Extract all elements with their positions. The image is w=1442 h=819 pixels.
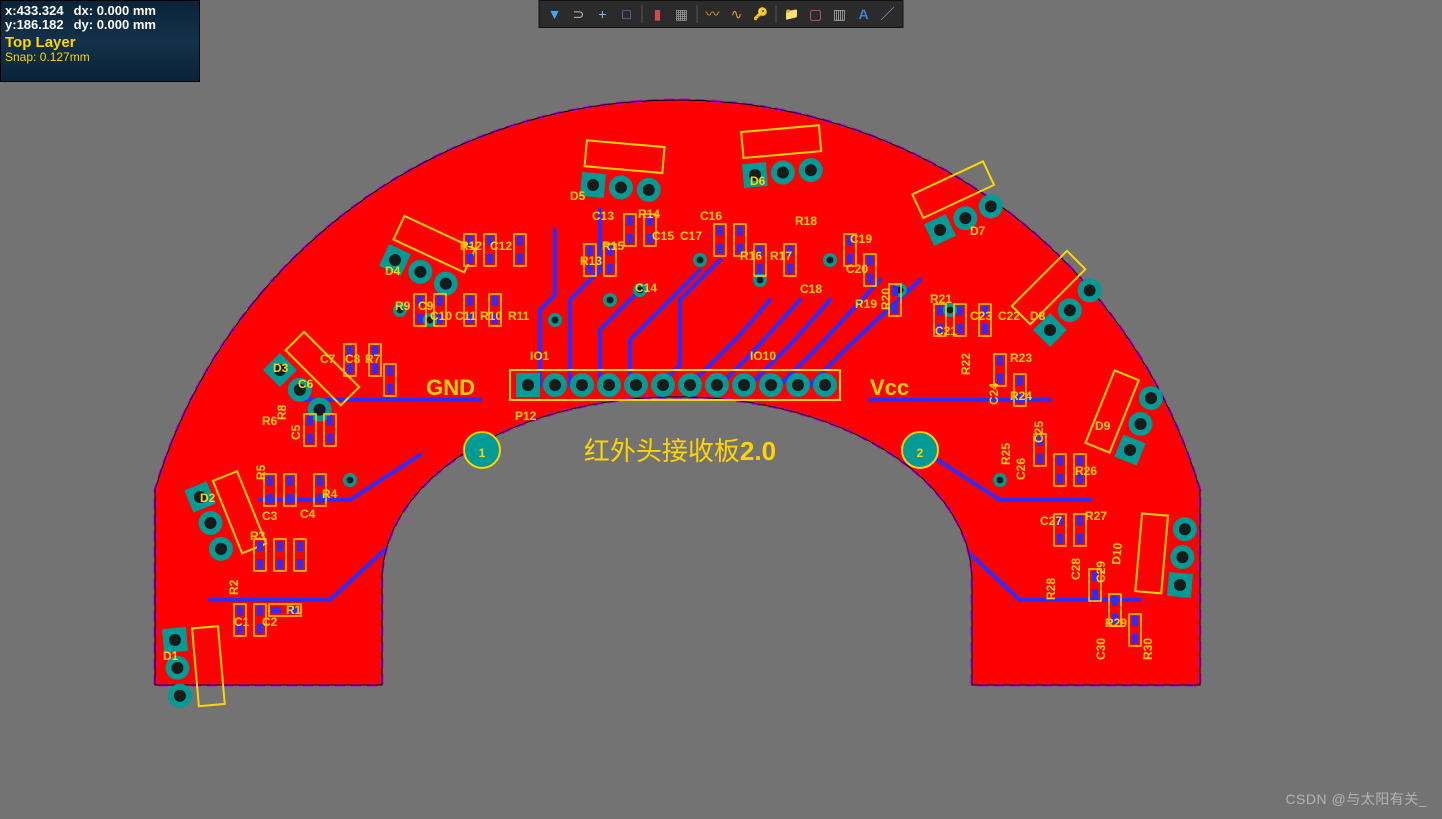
fiducial-2: 2 [902,432,938,468]
board-title: 红外头接收板2.0 [584,436,776,466]
r17-label: R17 [770,249,792,263]
r29-label: R29 [1105,616,1127,630]
c5-label: C5 [289,424,303,440]
p12-label: P12 [515,409,537,423]
r4-label: R4 [322,487,338,501]
r1-label: R1 [286,603,302,617]
r3-label: R3 [250,529,266,543]
io10-label: IO10 [750,349,776,363]
r19-label: R19 [855,297,877,311]
c16-label: C16 [700,209,722,223]
r22-label: R22 [959,353,973,375]
c17-label: C17 [680,229,702,243]
d10-label: D10 [1109,542,1125,565]
d1-label: D1 [163,649,179,663]
d5-label: D5 [570,189,586,203]
r30-label: R30 [1141,638,1155,660]
r11-label: R11 [508,309,530,323]
c27-label: C27 [1040,514,1062,528]
r21-label: R21 [930,292,952,306]
r18-label: R18 [795,214,817,228]
c20-label: C20 [846,262,868,276]
svg-text:2: 2 [917,446,924,460]
vcc-label: Vcc [870,375,909,400]
c24-label: C24 [987,383,1001,405]
r13-label: R13 [580,254,602,268]
c15-label: C15 [652,229,674,243]
c2-label: C2 [262,615,278,629]
r25-label: R25 [999,443,1013,465]
io1-label: IO1 [530,349,550,363]
c7-label: C7 [320,352,336,366]
d4-label: D4 [385,264,401,278]
c21-label: C21 [935,324,957,338]
c30-label: C30 [1094,638,1108,660]
r7-label: R7 [365,352,381,366]
r8-label: R8 [275,404,289,420]
r23-label: R23 [1010,351,1032,365]
r5-label: R5 [254,464,268,480]
r16-label: R16 [740,249,762,263]
r14-label: R14 [638,207,660,221]
c22-label: C22 [998,309,1020,323]
c1-label: C1 [234,615,250,629]
r2-label: R2 [227,579,241,595]
c8-label: C8 [345,352,361,366]
c14-label: C14 [635,281,657,295]
c11-label: C11 [455,309,477,323]
r9-label: R9 [395,299,411,313]
c10-label: C10 [430,309,452,323]
c25-label: C25 [1032,421,1046,443]
r24-label: R24 [1010,389,1032,403]
svg-text:1: 1 [479,446,486,460]
d3-label: D3 [273,361,289,375]
d9-label: D9 [1095,419,1111,433]
c3-label: C3 [262,509,278,523]
d2-label: D2 [200,491,216,505]
r10-label: R10 [480,309,502,323]
c13-label: C13 [592,209,614,223]
d7-label: D7 [970,224,986,238]
r15-label: R15 [602,239,624,253]
pcb-canvas[interactable]: 1 2 红外头接收板2.0 GND Vcc IO1 IO10 P12 [0,0,1442,819]
d6-label: D6 [750,174,766,188]
c28-label: C28 [1069,558,1083,580]
r27-label: R27 [1085,509,1107,523]
r28-label: R28 [1044,578,1058,600]
c26-label: C26 [1014,458,1028,480]
r26-label: R26 [1075,464,1097,478]
gnd-label: GND [426,375,475,400]
c6-label: C6 [298,377,314,391]
fiducial-1: 1 [464,432,500,468]
c12-label: C12 [490,239,512,253]
c4-label: C4 [300,507,316,521]
watermark: CSDN @与太阳有关_ [1285,789,1427,809]
r20-label: R20 [879,288,893,310]
r12-label: R12 [460,239,482,253]
c23-label: C23 [970,309,992,323]
c18-label: C18 [800,282,822,296]
c19-label: C19 [850,232,872,246]
d8-label: D8 [1030,309,1046,323]
c29-label: C29 [1094,561,1108,583]
